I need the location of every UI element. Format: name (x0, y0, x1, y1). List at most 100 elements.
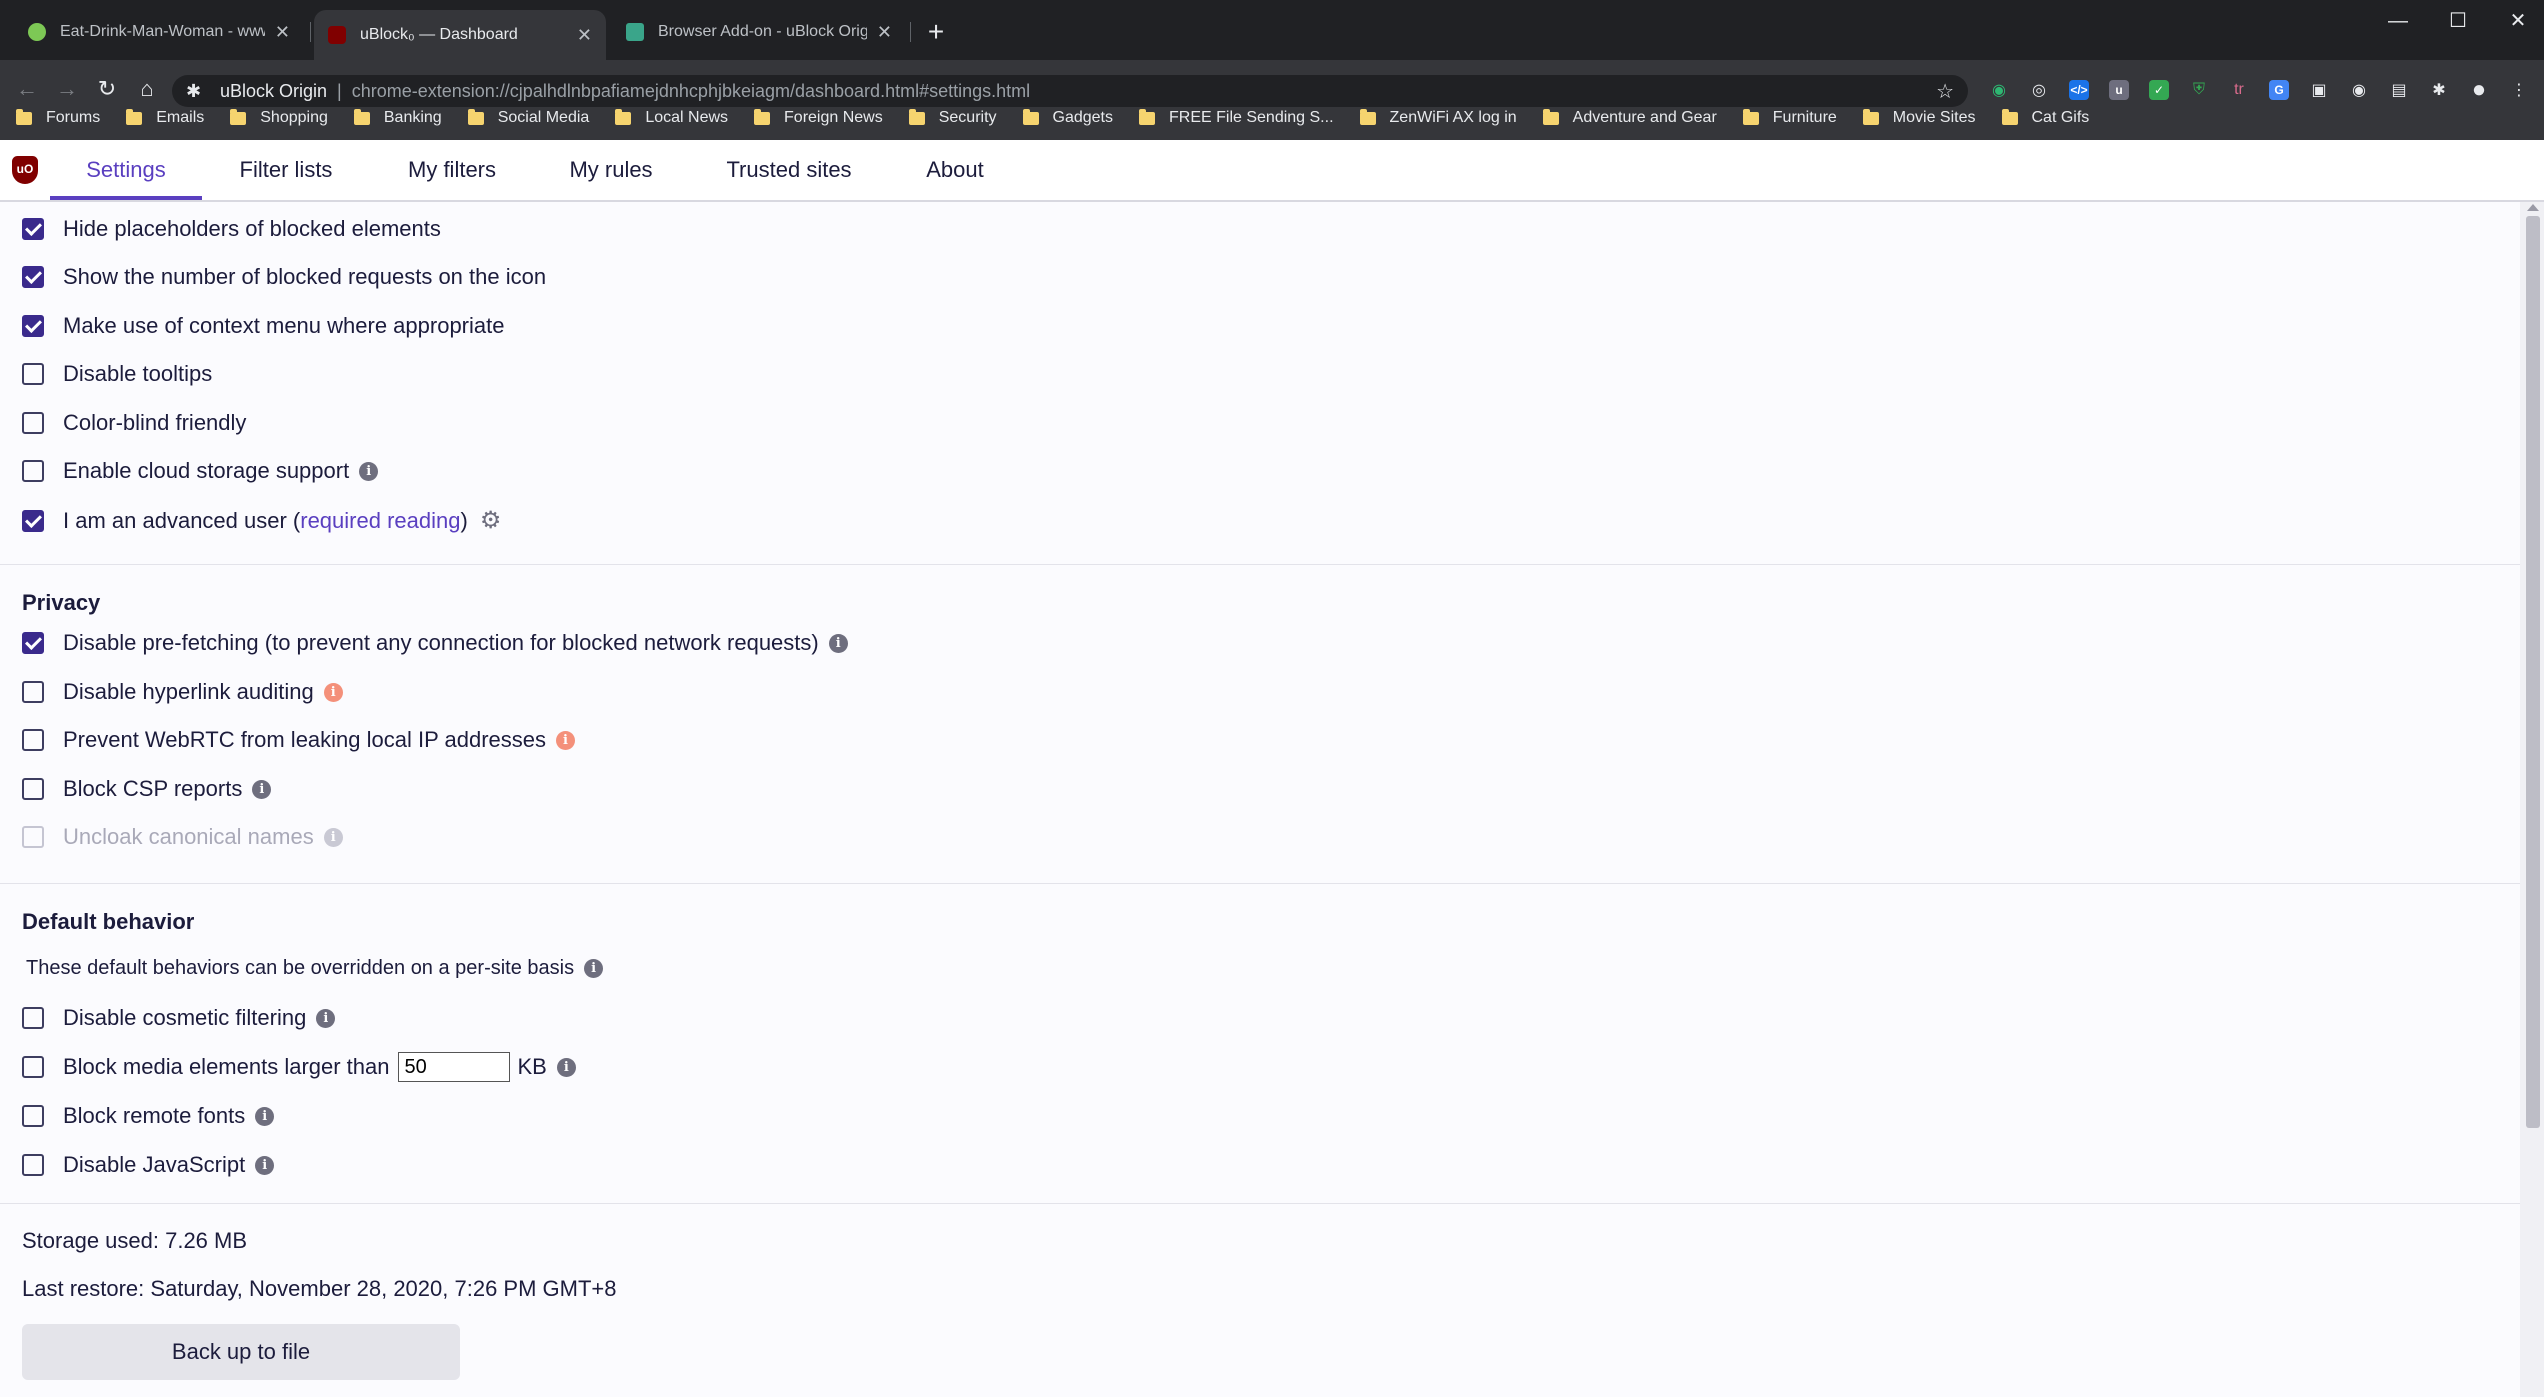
option-block-remote-fonts[interactable]: Block remote fonts i (22, 1103, 275, 1129)
option-hyperlink-auditing[interactable]: Disable hyperlink auditing i (22, 679, 343, 705)
tab-filter-lists[interactable]: Filter lists (218, 140, 354, 200)
option-advanced-user[interactable]: I am an advanced user (required reading)… (22, 506, 501, 535)
tab-trusted-sites[interactable]: Trusted sites (706, 140, 872, 200)
bookmark-folder[interactable]: Security (908, 108, 997, 127)
required-reading-link[interactable]: required reading (300, 508, 460, 534)
close-icon[interactable]: ✕ (577, 25, 592, 46)
tab-eat-drink[interactable]: Eat-Drink-Man-Woman - www.h... ✕ (14, 12, 304, 52)
bookmark-folder[interactable]: Adventure and Gear (1542, 108, 1717, 127)
media-size-input[interactable] (397, 1052, 510, 1082)
bookmark-folder[interactable]: Furniture (1742, 108, 1837, 127)
option-csp-reports[interactable]: Block CSP reports i (22, 776, 272, 802)
checkbox[interactable] (22, 412, 44, 434)
tab-ublock-dashboard[interactable]: uBlock₀ — Dashboard ✕ (314, 10, 606, 60)
bookmark-folder[interactable]: Social Media (467, 108, 589, 127)
bookmark-folder[interactable]: Foreign News (754, 108, 883, 127)
option-context-menu[interactable]: Make use of context menu where appropria… (22, 313, 504, 339)
info-icon[interactable]: i (556, 1057, 576, 1077)
reload-icon[interactable]: ↻ (90, 72, 124, 106)
close-icon[interactable]: ✕ (275, 22, 290, 43)
briefcase-extension-icon[interactable]: ▣ (2304, 76, 2334, 104)
bookmark-folder[interactable]: Cat Gifs (2001, 108, 2089, 127)
checkbox[interactable] (22, 1154, 44, 1176)
option-disable-prefetching[interactable]: Disable pre-fetching (to prevent any con… (22, 630, 848, 656)
tab-my-filters[interactable]: My filters (390, 140, 514, 200)
info-icon[interactable]: i (584, 959, 604, 978)
shield-extension-icon[interactable]: ⛨ (2184, 76, 2214, 104)
option-webrtc[interactable]: Prevent WebRTC from leaking local IP add… (22, 727, 576, 753)
info-icon[interactable]: i (252, 779, 272, 799)
bookmark-folder[interactable]: FREE File Sending S... (1139, 108, 1334, 127)
option-cloud-storage[interactable]: Enable cloud storage support i (22, 458, 379, 484)
close-window-button[interactable]: ✕ (2488, 4, 2544, 38)
wifi-extension-icon[interactable]: ◉ (1984, 76, 2014, 104)
info-icon[interactable]: i (255, 1155, 275, 1175)
bookmark-folder[interactable]: Local News (615, 108, 728, 127)
option-disable-tooltips[interactable]: Disable tooltips (22, 361, 212, 387)
option-block-media[interactable]: Block media elements larger than KB i (22, 1052, 576, 1082)
checkbox[interactable] (22, 460, 44, 482)
warning-info-icon[interactable]: i (323, 682, 343, 702)
checkbox[interactable] (22, 1105, 44, 1127)
home-icon[interactable]: ⌂ (130, 72, 164, 106)
checkbox[interactable] (22, 1007, 44, 1029)
info-icon[interactable]: i (255, 1106, 275, 1126)
extensions-puzzle-icon[interactable]: ✱ (2424, 76, 2454, 104)
checkbox[interactable] (22, 729, 44, 751)
bookmark-star-icon[interactable]: ☆ (1936, 79, 1954, 104)
info-icon[interactable]: i (359, 461, 379, 481)
back-arrow-icon[interactable]: ← (10, 72, 44, 106)
option-hide-placeholders[interactable]: Hide placeholders of blocked elements (22, 216, 441, 242)
bookmark-folder[interactable]: Gadgets (1022, 108, 1113, 127)
scrollbar[interactable] (2520, 202, 2544, 1397)
tab-about[interactable]: About (912, 140, 998, 200)
bookmark-folder[interactable]: Forums (16, 108, 100, 127)
address-bar[interactable]: ✱ uBlock Origin | chrome-extension://cjp… (172, 75, 1968, 107)
option-disable-javascript[interactable]: Disable JavaScript i (22, 1152, 275, 1178)
google-translate-icon[interactable]: G (2264, 76, 2294, 104)
checkbox[interactable] (22, 778, 44, 800)
option-color-blind[interactable]: Color-blind friendly (22, 410, 246, 436)
tab-browser-addon[interactable]: Browser Add-on - uBlock Origin ✕ (612, 12, 906, 52)
gears-icon[interactable]: ⚙ (480, 506, 502, 535)
bookmark-folder[interactable]: Banking (353, 108, 442, 127)
option-show-blocked-count[interactable]: Show the number of blocked requests on t… (22, 264, 546, 290)
bookmark-folder[interactable]: Shopping (230, 108, 328, 127)
checkbox[interactable] (22, 266, 44, 288)
scroll-thumb[interactable] (2526, 216, 2540, 1128)
checkbox[interactable] (22, 509, 44, 532)
tab-my-rules[interactable]: My rules (556, 140, 666, 200)
option-label: Disable hyperlink auditing (63, 679, 314, 704)
info-icon[interactable]: i (828, 633, 848, 653)
close-icon[interactable]: ✕ (877, 22, 892, 43)
bookmark-folder[interactable]: Movie Sites (1862, 108, 1976, 127)
maximize-button[interactable]: ☐ (2428, 4, 2488, 38)
eye-extension-icon[interactable]: ◉ (2344, 76, 2374, 104)
backup-to-file-button[interactable]: Back up to file (22, 1324, 460, 1380)
code-extension-icon[interactable]: </> (2064, 76, 2094, 104)
scroll-up-arrow-icon[interactable] (2527, 204, 2539, 211)
warning-info-icon[interactable]: i (556, 730, 576, 750)
ublock-extension-icon[interactable]: u (2104, 76, 2134, 104)
checkbox[interactable] (22, 218, 44, 240)
info-icon[interactable]: i (316, 1008, 336, 1028)
checkbox[interactable] (22, 315, 44, 337)
translate-extension-icon[interactable]: tr (2224, 76, 2254, 104)
checkbox[interactable] (22, 363, 44, 385)
checkbox[interactable] (22, 1056, 44, 1078)
checkbox[interactable] (22, 681, 44, 703)
privacy-heading: Privacy (22, 590, 101, 615)
reader-extension-icon[interactable]: ▤ (2384, 76, 2414, 104)
option-disable-cosmetic[interactable]: Disable cosmetic filtering i (22, 1005, 336, 1031)
menu-kebab-icon[interactable]: ⋮ (2504, 76, 2534, 104)
new-tab-button[interactable]: + (922, 14, 950, 50)
glasses-extension-icon[interactable]: ◎ (2024, 76, 2054, 104)
bookmark-folder[interactable]: ZenWiFi AX log in (1359, 108, 1517, 127)
profile-avatar-icon[interactable]: ● (2464, 76, 2494, 104)
bookmark-folder[interactable]: Emails (126, 108, 204, 127)
checkmark-extension-icon[interactable]: ✓ (2144, 76, 2174, 104)
minimize-button[interactable]: — (2368, 4, 2428, 38)
forward-arrow-icon[interactable]: → (50, 72, 84, 106)
checkbox[interactable] (22, 632, 44, 654)
tab-settings[interactable]: Settings (50, 140, 202, 200)
